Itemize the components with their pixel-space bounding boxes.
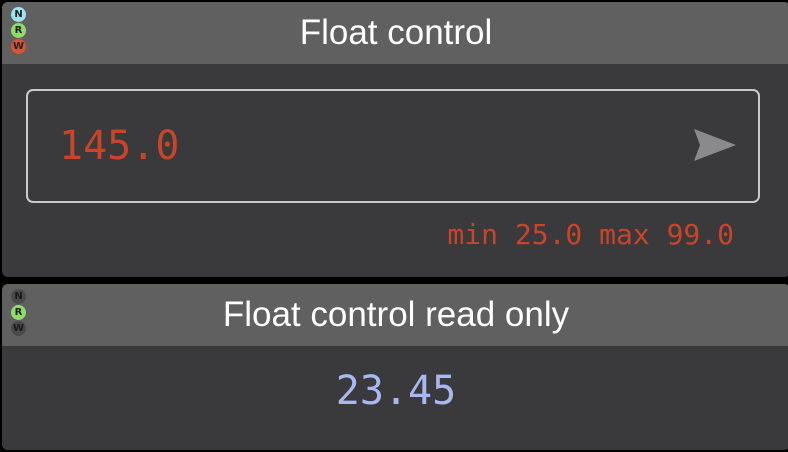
float-value-input[interactable]: 145.0 xyxy=(26,89,760,203)
float-control-read-only-panel: N R W Float control read only 23.45 xyxy=(2,284,788,450)
range-hint: min 25.0 max 99.0 xyxy=(447,218,734,251)
panel-title: Float control xyxy=(299,13,493,52)
read-only-value: 23.45 xyxy=(335,368,457,414)
panel-title: Float control read only xyxy=(222,295,570,334)
send-arrow-icon[interactable] xyxy=(692,127,738,163)
float-control-header: N R W Float control xyxy=(2,2,788,64)
float-control-read-only-header: N R W Float control read only xyxy=(2,284,788,346)
float-control-panel: N R W Float control 145.0 min 25.0 max 9… xyxy=(2,2,788,277)
input-value-text[interactable]: 145.0 xyxy=(59,91,179,201)
